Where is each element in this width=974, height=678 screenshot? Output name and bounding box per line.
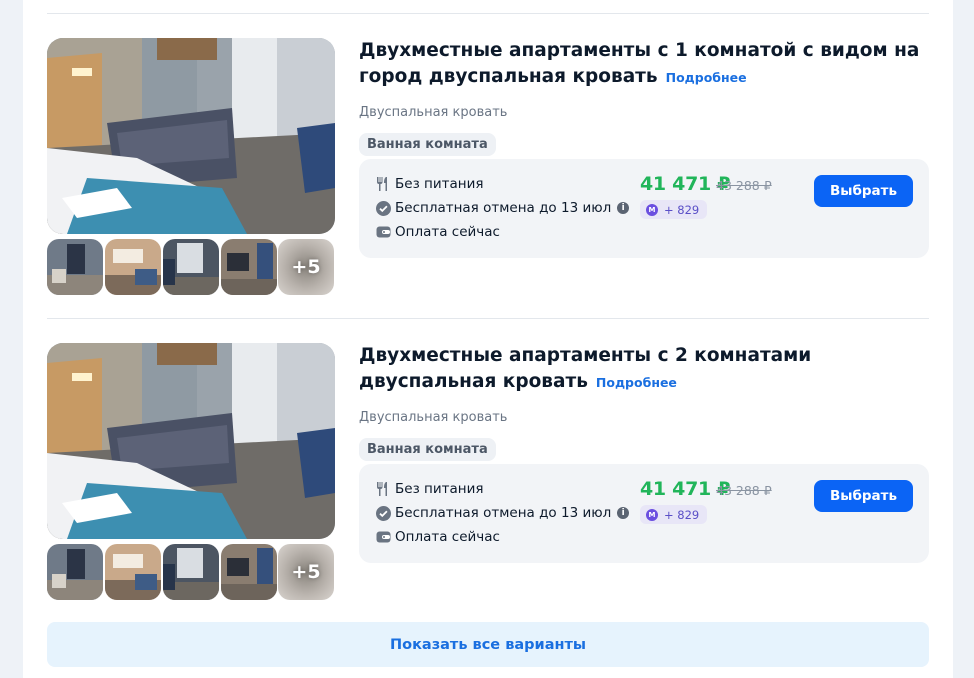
- room-info: Двухместные апартаменты с 2 комнатами дв…: [359, 343, 931, 563]
- fork-knife-icon: [375, 481, 391, 497]
- room-photo-illustration: [47, 38, 335, 234]
- meal-condition: Без питания: [375, 176, 484, 192]
- room-main-photo[interactable]: [47, 38, 335, 234]
- payment-condition: Оплата сейчас: [375, 529, 500, 545]
- payment-label: Оплата сейчас: [395, 224, 500, 240]
- bonus-value: + 829: [664, 507, 700, 522]
- thumbnail-photo[interactable]: [221, 544, 277, 600]
- meal-condition: Без питания: [375, 481, 484, 497]
- show-all-options-button[interactable]: Показать все варианты: [47, 622, 929, 667]
- check-circle-icon: [375, 200, 391, 216]
- more-photos-count: +5: [291, 256, 321, 278]
- wallet-icon: [375, 529, 391, 545]
- choose-button[interactable]: Выбрать: [814, 480, 913, 512]
- thumbnail-photo[interactable]: [105, 239, 161, 295]
- bonus-value: + 829: [664, 202, 700, 217]
- cancel-label: Бесплатная отмена до 13 июл: [395, 200, 612, 216]
- payment-label: Оплата сейчас: [395, 529, 500, 545]
- amenity-chip: Ванная комната: [359, 133, 496, 156]
- rooms-panel: +5 Двухместные апартаменты с 1 комнатой …: [23, 0, 953, 678]
- thumb-illustration: [163, 239, 219, 295]
- room-title: Двухместные апартаменты с 2 комнатами дв…: [359, 343, 931, 396]
- check-circle-icon: [375, 505, 391, 521]
- thumb-illustration: [221, 239, 277, 295]
- room-info: Двухместные апартаменты с 1 комнатой с в…: [359, 38, 931, 258]
- cancel-condition: Бесплатная отмена до 13 июл i: [375, 200, 630, 216]
- room-title-text: Двухместные апартаменты с 1 комнатой с в…: [359, 40, 920, 87]
- thumbnail-strip: +5: [47, 544, 335, 601]
- thumbnail-strip: +5: [47, 239, 335, 296]
- thumb-illustration: [163, 544, 219, 600]
- room-photo-illustration: [47, 343, 335, 539]
- amenity-chip: Ванная комната: [359, 438, 496, 461]
- more-photos-button[interactable]: +5: [278, 239, 334, 295]
- thumbnail-photo[interactable]: [47, 544, 103, 600]
- room-card: +5 Двухместные апартаменты с 2 комнатами…: [47, 343, 929, 605]
- rate-box: Без питания Бесплатная отмена до 13 июл …: [359, 464, 929, 563]
- thumb-illustration: [105, 544, 161, 600]
- thumbnail-photo[interactable]: [105, 544, 161, 600]
- thumbnail-photo[interactable]: [163, 544, 219, 600]
- bonus-badge: M + 829: [640, 505, 708, 524]
- wallet-icon: [375, 224, 391, 240]
- thumbnail-photo[interactable]: [163, 239, 219, 295]
- cancel-condition: Бесплатная отмена до 13 июл i: [375, 505, 630, 521]
- bonus-badge: M + 829: [640, 200, 708, 219]
- fork-knife-icon: [375, 176, 391, 192]
- info-icon[interactable]: i: [617, 202, 630, 214]
- old-price: 43 288 ₽: [716, 178, 772, 193]
- old-price: 43 288 ₽: [716, 483, 772, 498]
- thumbnail-photo[interactable]: [47, 239, 103, 295]
- photo-gallery[interactable]: +5: [47, 38, 335, 296]
- top-divider: [47, 13, 929, 14]
- more-photos-button[interactable]: +5: [278, 544, 334, 600]
- choose-button[interactable]: Выбрать: [814, 175, 913, 207]
- rate-box: Без питания Бесплатная отмена до 13 июл …: [359, 159, 929, 258]
- m-coin-icon: M: [646, 508, 658, 521]
- more-photos-count: +5: [291, 561, 321, 583]
- thumbnail-photo[interactable]: [221, 239, 277, 295]
- bed-type: Двуспальная кровать: [359, 410, 508, 425]
- thumb-illustration: [47, 544, 103, 600]
- payment-condition: Оплата сейчас: [375, 224, 500, 240]
- details-link[interactable]: Подробнее: [666, 70, 747, 85]
- meal-label: Без питания: [395, 176, 484, 192]
- photo-gallery[interactable]: +5: [47, 343, 335, 601]
- room-title-text: Двухместные апартаменты с 2 комнатами дв…: [359, 345, 812, 392]
- bed-type: Двуспальная кровать: [359, 105, 508, 120]
- room-main-photo[interactable]: [47, 343, 335, 539]
- thumb-illustration: [47, 239, 103, 295]
- room-divider: [47, 318, 929, 319]
- meal-label: Без питания: [395, 481, 484, 497]
- m-coin-icon: M: [646, 203, 658, 216]
- info-icon[interactable]: i: [617, 507, 630, 519]
- thumb-illustration: [105, 239, 161, 295]
- details-link[interactable]: Подробнее: [596, 375, 677, 390]
- thumb-illustration: [221, 544, 277, 600]
- cancel-label: Бесплатная отмена до 13 июл: [395, 505, 612, 521]
- room-title: Двухместные апартаменты с 1 комнатой с в…: [359, 38, 931, 91]
- room-card: +5 Двухместные апартаменты с 1 комнатой …: [47, 38, 929, 300]
